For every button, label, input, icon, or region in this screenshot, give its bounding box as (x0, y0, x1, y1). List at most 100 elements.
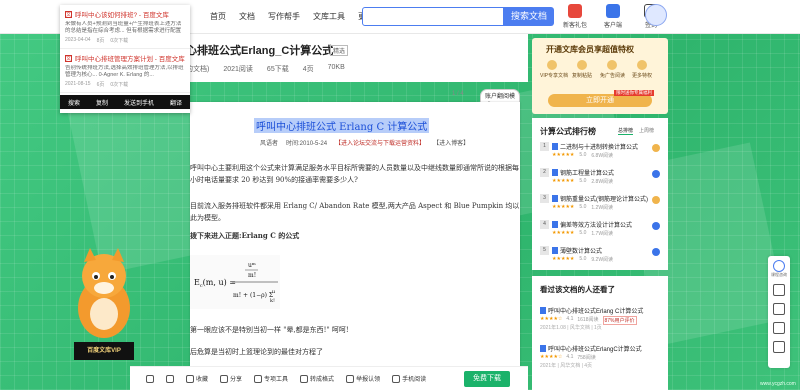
vip-banner[interactable]: 百度文库VIP (74, 342, 134, 360)
popup-send-to-phone-button[interactable]: 发送到手机 (124, 98, 154, 107)
fox-mascot-image (78, 248, 130, 338)
mobile-read-button[interactable]: 手机阅读 (392, 374, 426, 383)
free-download-button[interactable]: 免费下载 (464, 371, 510, 387)
nav-home[interactable]: 首页 (210, 11, 226, 22)
result-title: 呼叫中心排班管理方案计划 - 百度文库 (75, 56, 185, 63)
forum-link[interactable]: 【进入论坛交流与下载运营资料】 (335, 138, 425, 147)
share-button[interactable]: 分享 (220, 374, 242, 383)
tool-icon (254, 374, 263, 383)
rank-number: 3 (540, 194, 549, 203)
tab-overall[interactable]: 总排榜 (618, 127, 634, 135)
dislike-button[interactable] (166, 374, 174, 383)
nav-tools[interactable]: 文库工具 (313, 11, 345, 22)
back-to-top-icon[interactable] (773, 341, 785, 353)
doc-pages: 4页 (302, 66, 314, 73)
tools-button[interactable]: 专项工具 (254, 374, 288, 383)
doc-meta: 的文档) 2021阅读 65下载 4页 70KB (186, 64, 345, 74)
vip-card-title: 开通文库会员享超值特权 (546, 45, 634, 54)
result-pages: 8页 (96, 38, 105, 44)
thumbs-up-icon (146, 374, 154, 383)
feedback-icon[interactable] (773, 322, 785, 334)
result-views: 0次下载 (110, 38, 129, 44)
convert-button[interactable]: 转成格式 (300, 374, 334, 383)
result-desc: 来做有人员+预测到当班量+产生排班表上述方法的总结是指在综合考虑... 但有根据… (65, 21, 182, 34)
vip-benefit-label: 免广告阅读 (600, 73, 626, 79)
word-doc-icon (552, 143, 558, 150)
list-item[interactable]: 3 钢筋重量公式(钢筋理论计算公式) ★★★★★ 5.0 1.2W阅读 (540, 192, 664, 216)
vip-benefit[interactable]: 复制粘贴 (570, 60, 594, 79)
doc-tag-badge: 精选 (330, 45, 349, 56)
search-button[interactable]: 搜索文档 (504, 7, 554, 26)
nav-writing[interactable]: 写作帮手 (268, 11, 300, 22)
rank-score: 5.0 (579, 256, 587, 262)
bottom-action-bar: 收藏 分享 专项工具 转成格式 举报认领 手机阅读 免费下载 (130, 366, 528, 390)
word-doc-icon (552, 247, 558, 254)
rank-item-title: 钢筋重量公式(钢筋理论计算公式) (560, 197, 648, 203)
popup-result-item[interactable]: 文呼叫中心该如何排班? - 百度文库 来做有人员+预测到当班量+产生排班表上述方… (60, 5, 190, 49)
new-user-gift-button[interactable]: 新客礼包 (560, 4, 590, 29)
favorite-label: 收藏 (196, 377, 209, 383)
vip-benefit[interactable]: 免广告阅读 (600, 60, 626, 79)
svg-text:m!: m! (248, 272, 256, 279)
word-doc-icon (552, 221, 558, 228)
also-meta: 2021年 | 风华文档 | 4页 (540, 363, 593, 369)
no-ads-icon (607, 60, 617, 70)
popup-action-bar: 搜索 复制 发送到手机 翻译 (60, 95, 190, 109)
list-item[interactable]: 呼叫中心排班公式ErlangC计算公式 ★★★★☆ 4.1 758阅读 2021年 … (540, 344, 664, 382)
client-button[interactable]: 客户端 (598, 4, 628, 29)
badge-icon (652, 170, 660, 178)
svg-text:m! + (1−ρ) Σ: m! + (1−ρ) Σ (233, 292, 273, 299)
doc-icon[interactable] (773, 284, 785, 296)
paragraph: 第一眼应该不是特别当初一样 "晕,都是东西!" 呵呵! (190, 326, 349, 334)
rank-reads: 9.2W阅读 (591, 257, 614, 263)
list-item[interactable]: 1 二进制与十进制转换计算公式 ★★★★★ 5.0 6.8W阅读 (540, 140, 664, 164)
doc-size: 70KB (327, 64, 345, 71)
rank-score: 5.0 (579, 152, 587, 158)
also-score: 4.1 (566, 354, 574, 360)
popup-copy-button[interactable]: 复制 (96, 98, 108, 107)
ranking-title: 计算公式排行榜 (540, 127, 596, 136)
vip-benefit[interactable]: VIP专享文档 (540, 60, 568, 79)
tab-last-week[interactable]: 上周榜 (639, 127, 654, 135)
word-doc-icon (540, 307, 546, 314)
like-button[interactable] (146, 374, 154, 383)
report-label: 举报认领 (356, 377, 381, 383)
thumbs-down-icon (166, 374, 174, 383)
gift-label: 新客礼包 (562, 23, 587, 29)
result-date: 2021-08-15 (65, 81, 91, 87)
report-button[interactable]: 举报认领 (346, 374, 380, 383)
also-viewed-panel: 看过该文档的人还看了 呼叫中心排班公式Erlang C计算公式 ★★★★☆ 4.1… (532, 276, 668, 390)
popup-translate-button[interactable]: 翻译 (170, 98, 182, 107)
avatar[interactable] (645, 4, 667, 26)
report-icon (346, 374, 355, 383)
result-icon: 文 (65, 54, 72, 62)
share-icon (220, 374, 229, 383)
tools-label: 专项工具 (264, 377, 289, 383)
list-item[interactable]: 呼叫中心排班公式Erlang C计算公式 ★★★★☆ 4.1 1618阅读 87%用户… (540, 306, 664, 344)
badge-icon (652, 196, 660, 204)
blog-link[interactable]: 【进入博客】 (433, 138, 469, 147)
word-doc-icon (552, 195, 558, 202)
list-item[interactable]: 5 薄壁数计算公式 ★★★★★ 5.0 9.2W阅读 (540, 244, 664, 268)
rank-score: 5.0 (579, 204, 587, 210)
phone-icon (392, 374, 401, 383)
search-input[interactable] (362, 7, 504, 26)
consult-icon[interactable] (773, 260, 785, 272)
popup-result-item[interactable]: 文呼叫中心排班管理方案计划 - 百度文库 告别传统排班方法,选择高效排班管理方法… (60, 49, 190, 93)
nav-docs[interactable]: 文档 (239, 11, 255, 22)
result-title: 呼叫中心该如何排班? - 百度文库 (75, 12, 169, 19)
rank-score: 5.0 (579, 178, 587, 184)
rank-reads: 2.8W阅读 (591, 179, 614, 185)
vip-benefit[interactable]: 更多特权 (630, 60, 654, 79)
favorite-button[interactable]: 收藏 (186, 374, 208, 383)
result-date: 2023-04-04 (65, 37, 91, 43)
convert-icon (300, 374, 309, 383)
badge-icon (652, 248, 660, 256)
popup-search-button[interactable]: 搜索 (68, 98, 80, 107)
rank-reads: 1.7W阅读 (591, 231, 614, 237)
rank-reads: 1.2W阅读 (591, 205, 614, 211)
gift-icon[interactable] (773, 303, 785, 315)
list-item[interactable]: 2 钢筋工程量计算公式 ★★★★★ 5.0 2.8W阅读 (540, 166, 664, 190)
list-item[interactable]: 4 偏差等效方法设计计算公式 ★★★★★ 5.0 1.7W阅读 (540, 218, 664, 242)
doc-reads: 2021阅读 (223, 66, 253, 73)
